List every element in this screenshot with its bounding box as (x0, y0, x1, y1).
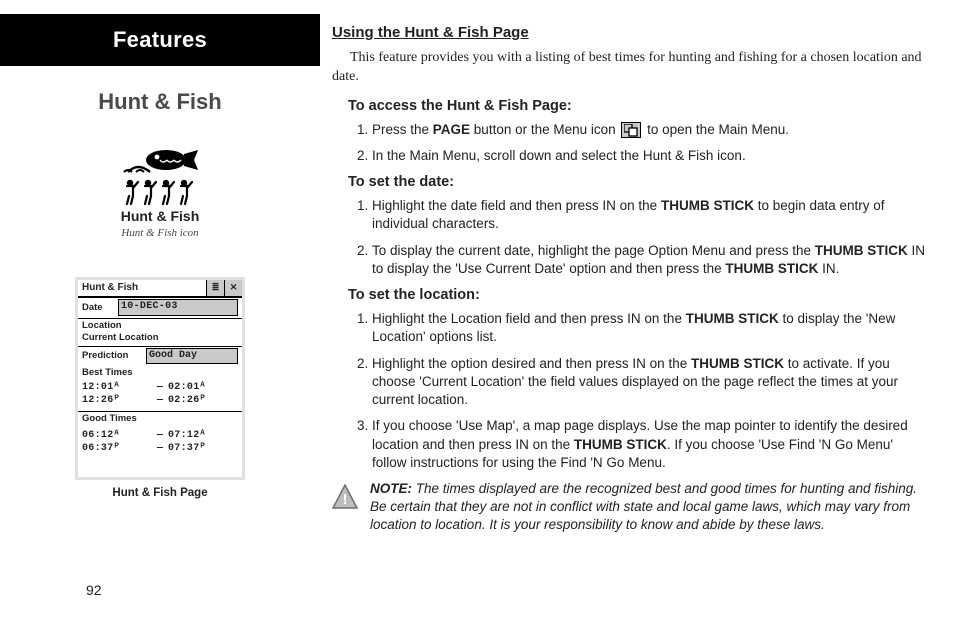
features-header: Features (0, 14, 320, 66)
time-cell: 06:12ᴬ (82, 430, 152, 443)
menu-icon: ≣ (206, 280, 224, 297)
svg-text:!: ! (343, 491, 348, 508)
text: Highlight the option desired and then pr… (372, 356, 691, 371)
time-cell: 02:26ᴾ (168, 395, 238, 408)
text: To display the current date, highlight t… (372, 243, 815, 258)
location-row: Location Current Location (78, 318, 242, 346)
text-bold: THUMB STICK (686, 311, 779, 326)
loc-step-3: If you choose 'Use Map', a map page disp… (372, 417, 928, 472)
dash: — (152, 395, 168, 408)
good-row-2: 06:37ᴾ — 07:37ᴾ (82, 443, 238, 456)
note-block: ! NOTE: The times displayed are the reco… (332, 480, 928, 533)
text: IN. (818, 261, 839, 276)
hunt-fish-icon-label: Hunt & Fish (121, 208, 200, 226)
page-number: 92 (86, 582, 102, 600)
time-cell: 12:26ᴾ (82, 395, 152, 408)
good-row-1: 06:12ᴬ — 07:12ᴬ (82, 430, 238, 443)
features-label: Features (113, 26, 207, 54)
best-row-2: 12:26ᴾ — 02:26ᴾ (82, 395, 238, 408)
note-body: The times displayed are the recognized b… (370, 481, 917, 532)
hunt-fish-icon (114, 142, 206, 206)
good-times-label: Good Times (78, 411, 242, 427)
location-label: Location (82, 320, 238, 332)
time-cell: 07:12ᴬ (168, 430, 238, 443)
intro-body: This feature provides you with a listing… (332, 50, 922, 84)
text-bold: THUMB STICK (661, 198, 754, 213)
text-bold: THUMB STICK (691, 356, 784, 371)
date-row: Date 10-DEC-03 (78, 297, 242, 318)
menu-icon (621, 122, 641, 138)
access-block: To access the Hunt & Fish Page: Press th… (348, 97, 928, 166)
text: Highlight the date field and then press … (372, 198, 661, 213)
date-block: To set the date: Highlight the date fiel… (348, 173, 928, 278)
loc-step-1: Highlight the Location field and then pr… (372, 310, 928, 346)
dash: — (152, 430, 168, 443)
access-step-1: Press the PAGE button or the Menu icon t… (372, 121, 928, 139)
time-cell: 06:37ᴾ (82, 443, 152, 456)
text: to open the Main Menu. (643, 122, 789, 137)
prediction-row: Prediction Good Day (78, 346, 242, 367)
time-cell: 07:37ᴾ (168, 443, 238, 456)
location-value: Current Location (82, 332, 238, 344)
screen-titlebar: Hunt & Fish ≣ ✕ (78, 280, 242, 298)
note-text: NOTE: The times displayed are the recogn… (370, 480, 928, 533)
screen-title: Hunt & Fish (78, 280, 206, 297)
text: button or the Menu icon (470, 122, 619, 137)
screen-caption: Hunt & Fish Page (112, 486, 207, 500)
section-title: Hunt & Fish (0, 88, 320, 116)
prediction-value: Good Day (146, 348, 238, 365)
prediction-label: Prediction (82, 350, 142, 362)
icon-caption: Hunt & Fish icon (121, 227, 198, 241)
text-bold: THUMB STICK (725, 261, 818, 276)
hunt-fish-icon-block: Hunt & Fish Hunt & Fish icon (0, 142, 320, 241)
warning-icon: ! (332, 484, 358, 510)
note-label: NOTE: (370, 481, 412, 496)
access-step-2: In the Main Menu, scroll down and select… (372, 147, 928, 165)
access-title: To access the Hunt & Fish Page: (348, 97, 928, 115)
dash: — (152, 443, 168, 456)
close-icon: ✕ (224, 280, 242, 297)
date-title: To set the date: (348, 173, 928, 191)
loc-step-2: Highlight the option desired and then pr… (372, 355, 928, 410)
text-bold: THUMB STICK (574, 437, 667, 452)
screen-figure: Hunt & Fish ≣ ✕ Date 10-DEC-03 Location … (0, 277, 320, 500)
location-title: To set the location: (348, 286, 928, 304)
text: Press the (372, 122, 433, 137)
dash: — (152, 382, 168, 395)
intro-text: This feature provides you with a listing… (332, 49, 928, 87)
date-step-2: To display the current date, highlight t… (372, 242, 928, 278)
text-bold: PAGE (433, 122, 470, 137)
text: Highlight the Location field and then pr… (372, 311, 686, 326)
time-cell: 02:01ᴬ (168, 382, 238, 395)
good-times: 06:12ᴬ — 07:12ᴬ 06:37ᴾ — 07:37ᴾ (78, 427, 242, 459)
text-bold: THUMB STICK (815, 243, 908, 258)
best-row-1: 12:01ᴬ — 02:01ᴬ (82, 382, 238, 395)
device-screen: Hunt & Fish ≣ ✕ Date 10-DEC-03 Location … (75, 277, 245, 480)
date-label: Date (82, 302, 116, 314)
best-times-label: Best Times (78, 366, 242, 379)
best-times: 12:01ᴬ — 02:01ᴬ 12:26ᴾ — 02:26ᴾ (78, 379, 242, 411)
date-value: 10-DEC-03 (118, 299, 238, 316)
location-block: To set the location: Highlight the Locat… (348, 286, 928, 472)
date-step-1: Highlight the date field and then press … (372, 197, 928, 233)
time-cell: 12:01ᴬ (82, 382, 152, 395)
page-heading: Using the Hunt & Fish Page (332, 24, 928, 43)
